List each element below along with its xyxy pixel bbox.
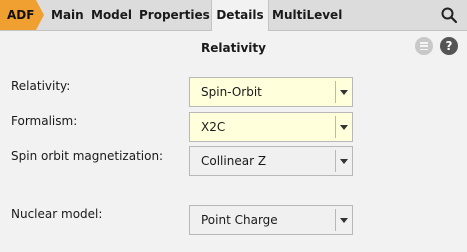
tab-properties[interactable]: Properties — [139, 0, 210, 30]
menu-icon[interactable] — [415, 37, 433, 55]
tab-details[interactable]: Details — [211, 0, 269, 31]
dropdown-arrow-icon — [340, 125, 348, 130]
dropdown-arrow-icon — [340, 218, 348, 223]
dropdown-arrow-icon — [340, 159, 348, 164]
dropdown-arrow-icon — [340, 90, 348, 95]
nuclear-model-label: Nuclear model: — [11, 207, 103, 221]
spin-orbit-magnetization-label: Spin orbit magnetization: — [11, 149, 164, 163]
formalism-value: X2C — [201, 120, 226, 134]
tab-multilevel[interactable]: MultiLevel — [272, 0, 342, 30]
spin-orbit-magnetization-value: Collinear Z — [201, 154, 267, 168]
nuclear-model-value: Point Charge — [201, 213, 278, 227]
relativity-label: Relativity: — [11, 79, 71, 93]
tab-main[interactable]: Main — [51, 0, 84, 30]
relativity-select[interactable]: Spin-Orbit — [189, 77, 353, 107]
help-icon[interactable]: ? — [440, 37, 458, 55]
tab-bar: ADF Main Model Properties Details MultiL… — [0, 0, 467, 31]
formalism-select[interactable]: X2C — [189, 112, 353, 142]
relativity-value: Spin-Orbit — [201, 85, 262, 99]
nuclear-model-select[interactable]: Point Charge — [189, 205, 353, 235]
tab-adf[interactable]: ADF — [0, 0, 44, 30]
search-icon[interactable] — [440, 6, 458, 24]
formalism-label: Formalism: — [11, 114, 78, 128]
page-title: Relativity — [201, 41, 266, 55]
tab-model[interactable]: Model — [91, 0, 132, 30]
spin-orbit-magnetization-select[interactable]: Collinear Z — [189, 146, 353, 176]
